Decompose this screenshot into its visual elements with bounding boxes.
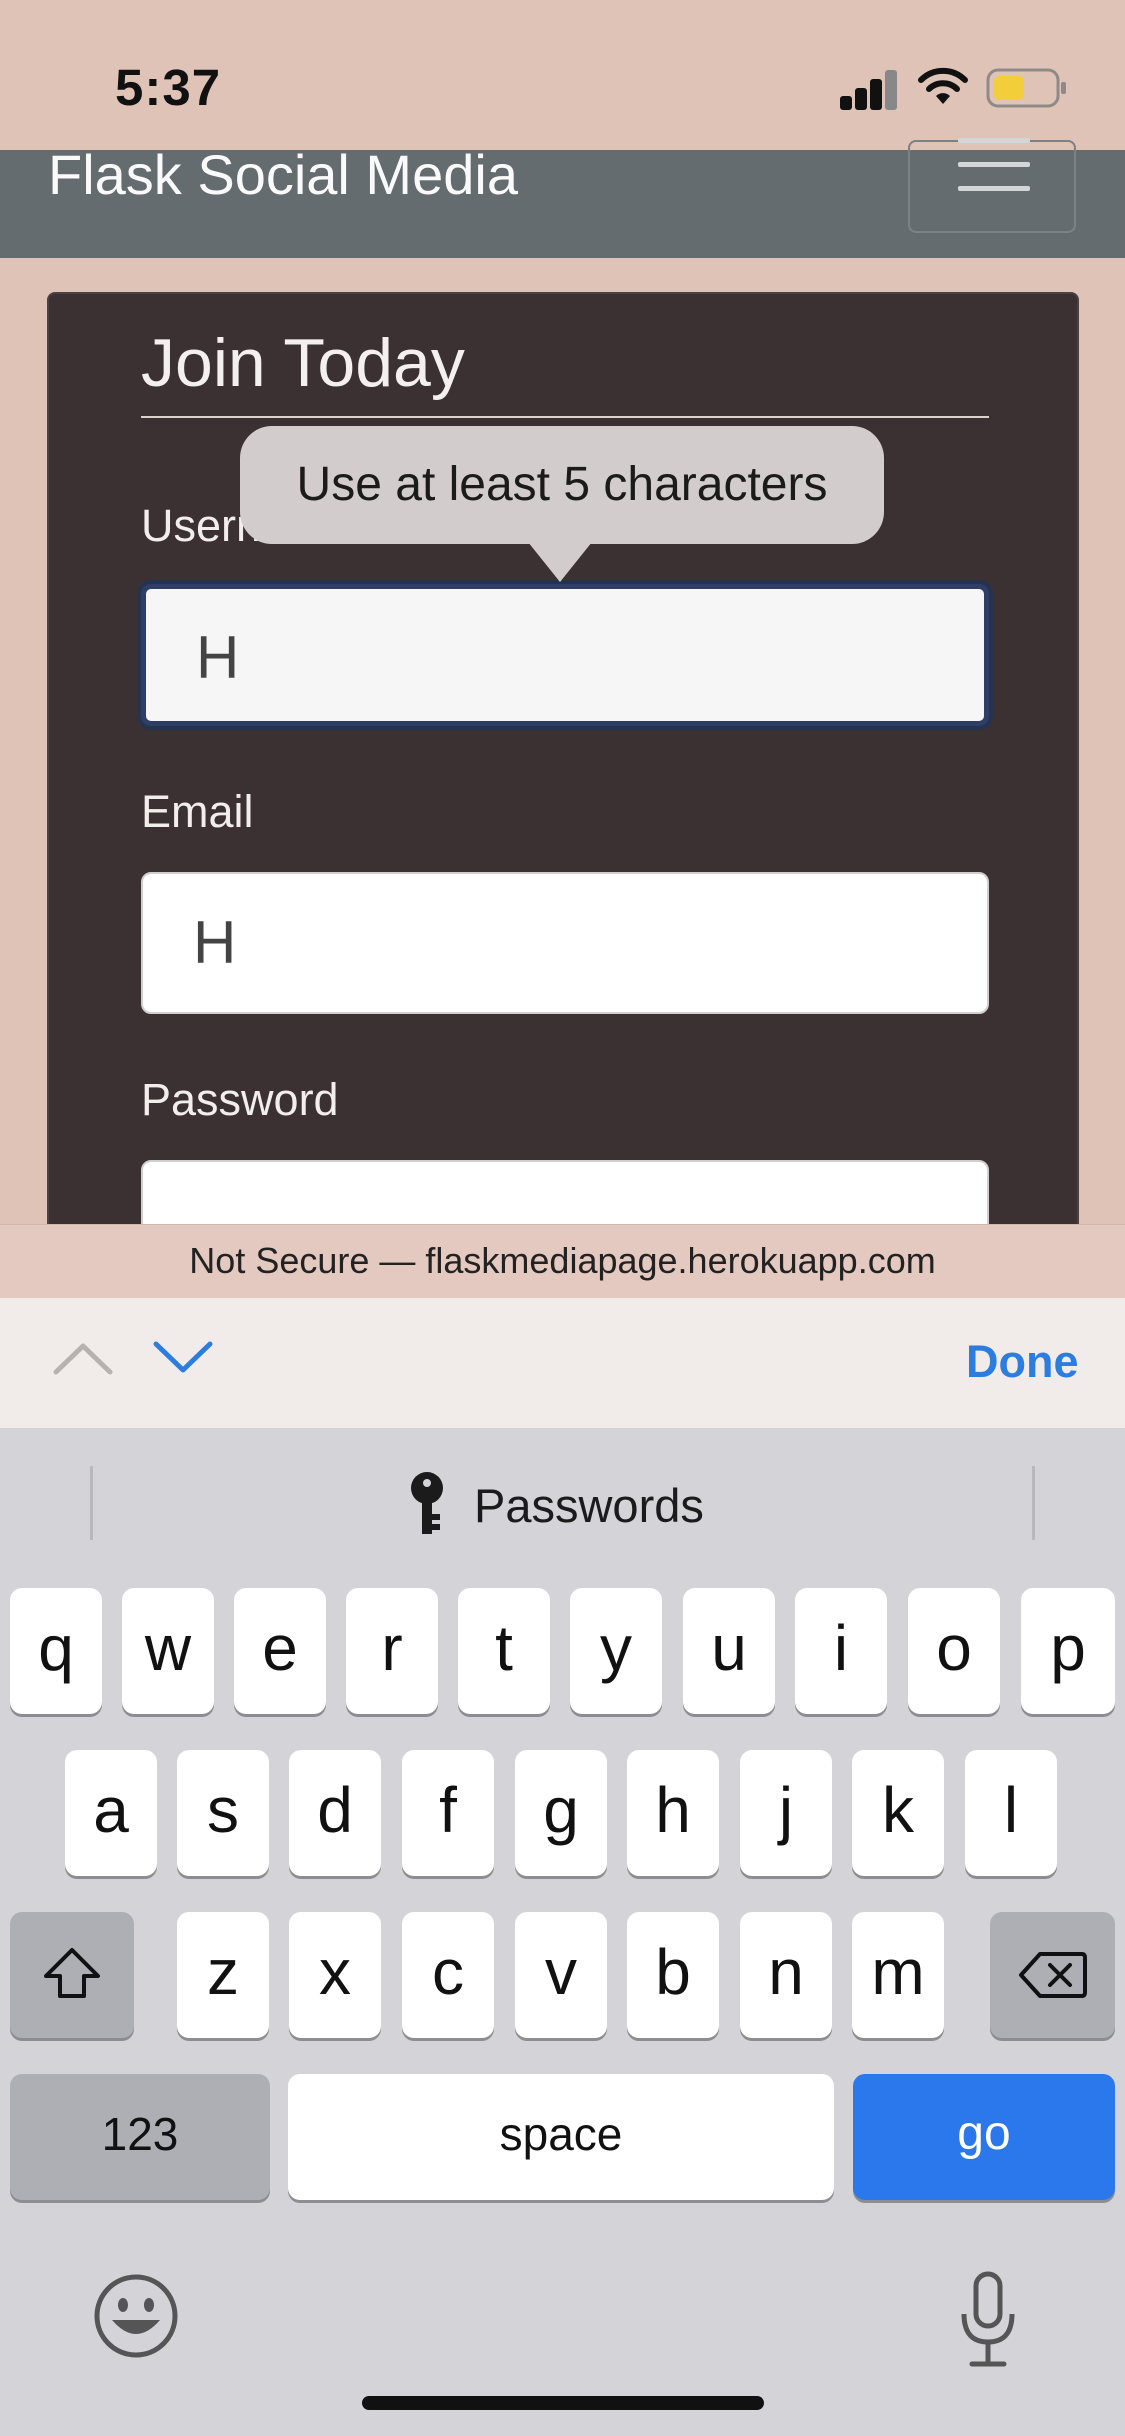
key-s[interactable]: s bbox=[177, 1750, 269, 1876]
key-icon bbox=[411, 1472, 443, 1534]
key-d[interactable]: d bbox=[289, 1750, 381, 1876]
microphone-icon[interactable] bbox=[956, 2270, 1020, 2370]
cellular-signal-icon bbox=[840, 70, 898, 110]
key-g[interactable]: g bbox=[515, 1750, 607, 1876]
key-f[interactable]: f bbox=[402, 1750, 494, 1876]
key-a[interactable]: a bbox=[65, 1750, 157, 1876]
home-indicator bbox=[362, 2396, 764, 2410]
status-bar: 5:37 bbox=[0, 0, 1125, 150]
done-button[interactable]: Done bbox=[966, 1336, 1079, 1388]
backspace-icon bbox=[1018, 1952, 1087, 1998]
numbers-key[interactable]: 123 bbox=[10, 2074, 270, 2200]
previous-field-chevron-up-icon[interactable] bbox=[52, 1338, 114, 1378]
key-u[interactable]: u bbox=[683, 1588, 775, 1714]
passwords-suggestion[interactable]: Passwords bbox=[474, 1478, 704, 1533]
navbar-brand[interactable]: Flask Social Media bbox=[48, 142, 518, 207]
key-b[interactable]: b bbox=[627, 1912, 719, 2038]
space-key[interactable]: space bbox=[288, 2074, 834, 2200]
key-x[interactable]: x bbox=[289, 1912, 381, 2038]
shift-icon bbox=[44, 1948, 100, 1998]
navbar-toggle-button[interactable] bbox=[908, 138, 1076, 233]
key-l[interactable]: l bbox=[965, 1750, 1057, 1876]
password-label: Password bbox=[141, 1074, 339, 1125]
key-k[interactable]: k bbox=[852, 1750, 944, 1876]
key-e[interactable]: e bbox=[234, 1588, 326, 1714]
form-title: Join Today bbox=[141, 325, 465, 401]
email-input[interactable]: H bbox=[141, 872, 989, 1014]
validation-tooltip: Use at least 5 characters bbox=[240, 426, 884, 544]
key-m[interactable]: m bbox=[852, 1912, 944, 2038]
status-time: 5:37 bbox=[115, 59, 222, 116]
go-key[interactable]: go bbox=[853, 2074, 1115, 2200]
key-n[interactable]: n bbox=[740, 1912, 832, 2038]
next-field-chevron-down-icon[interactable] bbox=[152, 1338, 214, 1378]
key-c[interactable]: c bbox=[402, 1912, 494, 2038]
screen: 5:37 Flask Social Media Join Today Usern… bbox=[0, 0, 1125, 2436]
url-bar[interactable]: Not Secure — flaskmediapage.herokuapp.co… bbox=[0, 1224, 1125, 1298]
suggestion-divider bbox=[90, 1466, 93, 1540]
emoji-icon[interactable] bbox=[92, 2272, 180, 2360]
menu-icon bbox=[958, 138, 1030, 143]
backspace-key[interactable] bbox=[990, 1912, 1115, 2038]
key-y[interactable]: y bbox=[570, 1588, 662, 1714]
key-h[interactable]: h bbox=[627, 1750, 719, 1876]
suggestion-divider bbox=[1032, 1466, 1035, 1540]
title-divider bbox=[141, 416, 989, 418]
key-p[interactable]: p bbox=[1021, 1588, 1115, 1714]
key-t[interactable]: t bbox=[458, 1588, 550, 1714]
key-i[interactable]: i bbox=[795, 1588, 887, 1714]
email-label: Email bbox=[141, 786, 254, 837]
battery-icon bbox=[986, 68, 1066, 108]
key-q[interactable]: q bbox=[10, 1588, 102, 1714]
key-z[interactable]: z bbox=[177, 1912, 269, 2038]
key-j[interactable]: j bbox=[740, 1750, 832, 1876]
username-input[interactable]: H bbox=[141, 584, 989, 726]
key-r[interactable]: r bbox=[346, 1588, 438, 1714]
tooltip-arrow bbox=[528, 542, 592, 582]
key-v[interactable]: v bbox=[515, 1912, 607, 2038]
wifi-icon bbox=[918, 67, 968, 104]
key-o[interactable]: o bbox=[908, 1588, 1000, 1714]
key-w[interactable]: w bbox=[122, 1588, 214, 1714]
shift-key[interactable] bbox=[10, 1912, 134, 2038]
